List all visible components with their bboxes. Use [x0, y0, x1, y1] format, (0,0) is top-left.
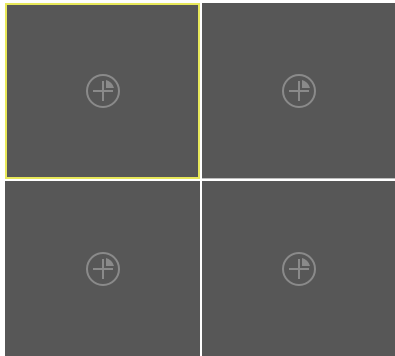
video-pane-2[interactable]: [202, 3, 395, 179]
add-camera-icon[interactable]: [84, 72, 122, 110]
video-pane-3[interactable]: [5, 181, 200, 356]
video-pane-4[interactable]: [202, 181, 395, 356]
video-pane-1[interactable]: [5, 3, 200, 179]
add-camera-icon[interactable]: [280, 72, 318, 110]
add-camera-icon[interactable]: [280, 250, 318, 288]
video-grid: [0, 0, 395, 356]
add-camera-icon[interactable]: [84, 250, 122, 288]
